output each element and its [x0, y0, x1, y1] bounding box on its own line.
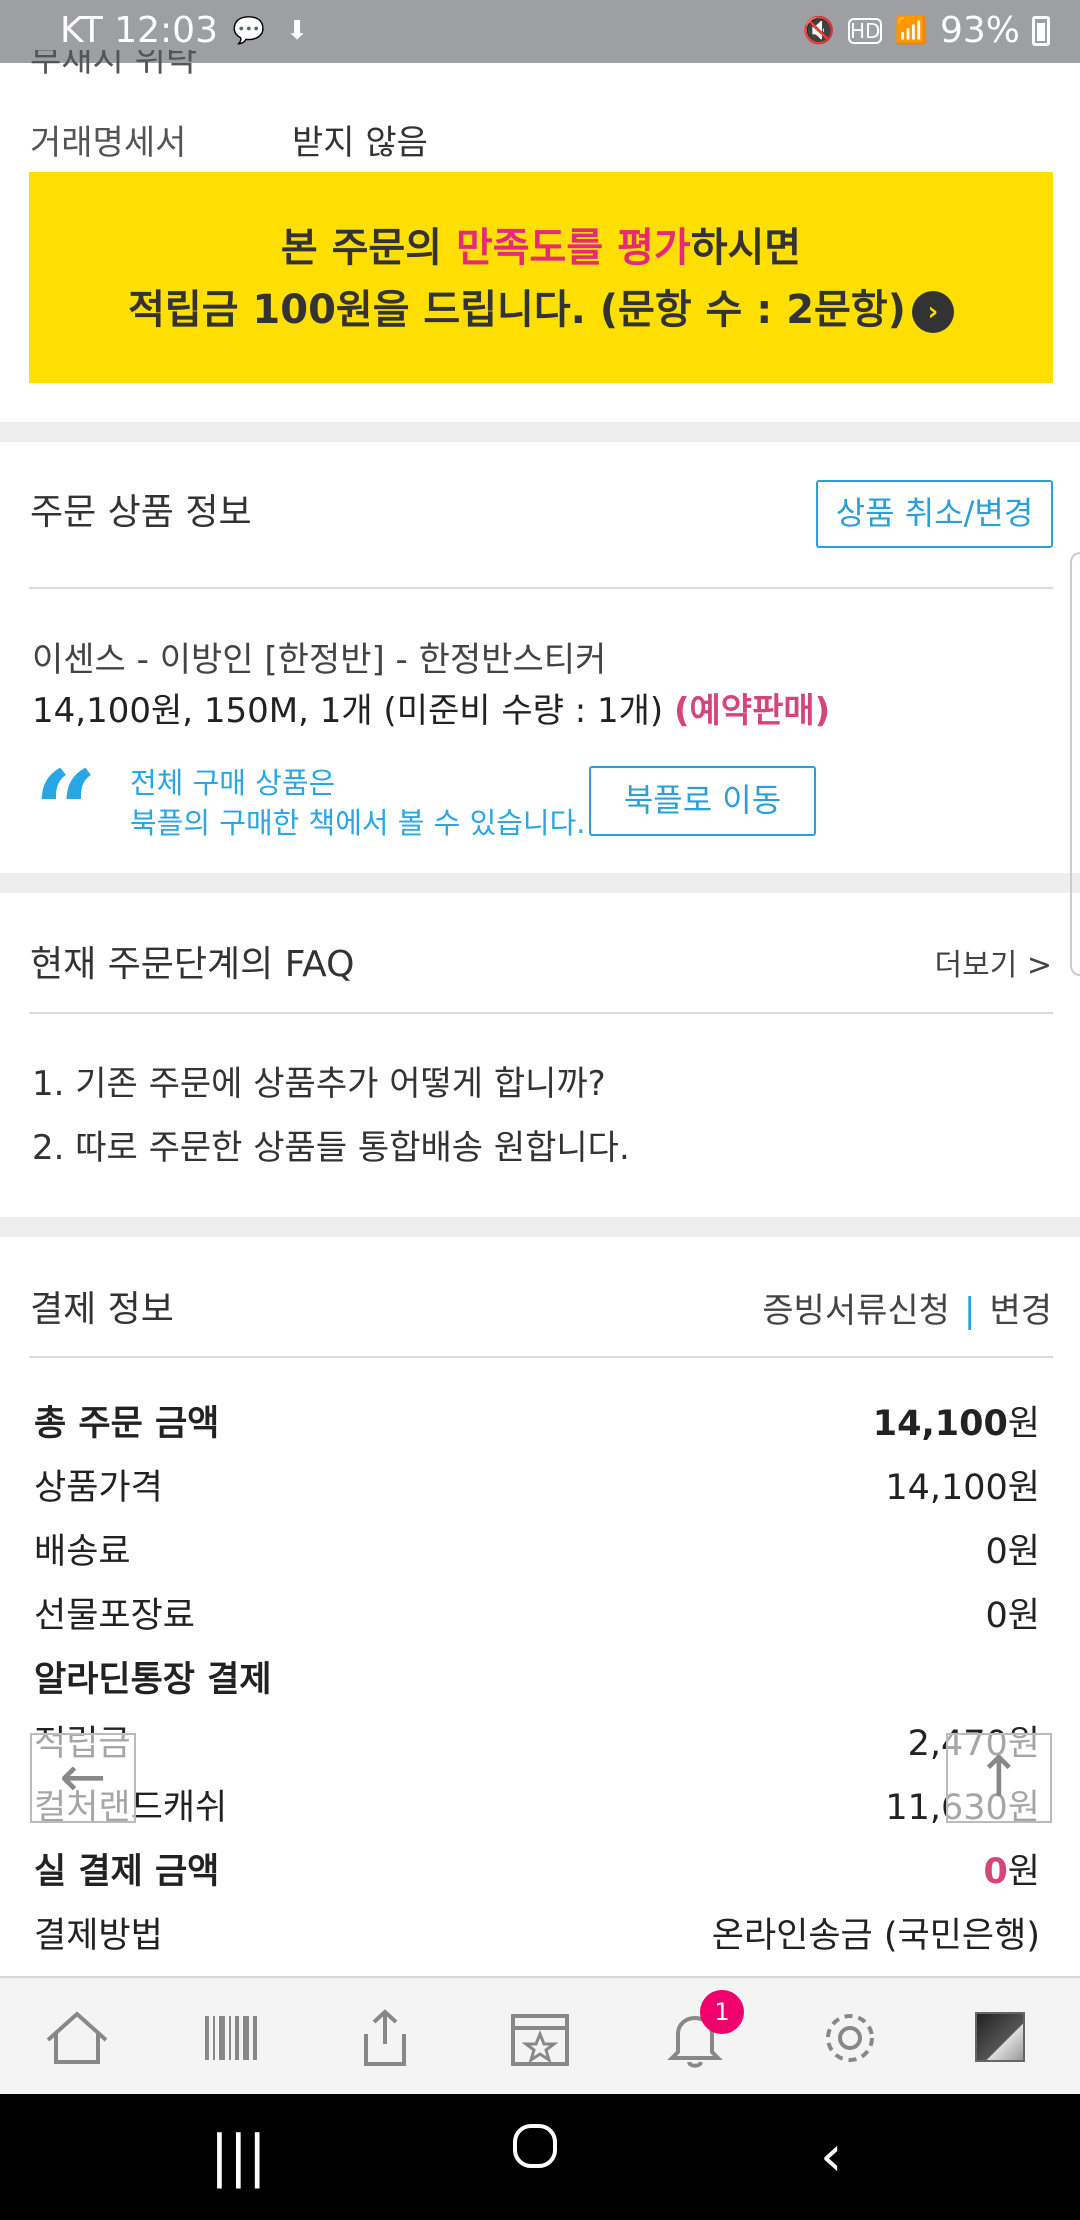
- divider: [29, 1012, 1053, 1014]
- shipping-label: 배송료: [34, 1532, 131, 1572]
- link-separator: |: [963, 1291, 976, 1331]
- payment-info-title: 결제 정보: [30, 1289, 174, 1330]
- calendar-star-icon[interactable]: [505, 2006, 575, 2070]
- product-price-value: 14,100원: [885, 1468, 1040, 1508]
- battery-text: 93%: [939, 10, 1020, 51]
- payment-links: 증빙서류신청 | 변경: [762, 1283, 1052, 1332]
- transaction-statement-row: 거래명세서 받지 않음: [30, 115, 428, 164]
- bookpl-notice: 전체 구매 상품은 북플의 구매한 책에서 볼 수 있습니다.: [130, 766, 586, 840]
- home-icon[interactable]: [42, 2006, 112, 2070]
- system-navigation-bar: ||| ‹: [0, 2094, 1080, 2220]
- faq-item[interactable]: 2. 따로 주문한 상품들 통합배송 원합니다.: [32, 1120, 630, 1169]
- wifi-icon: 📶: [894, 15, 928, 46]
- shipping-value: 0원: [985, 1532, 1040, 1572]
- system-back-icon[interactable]: ‹: [820, 2124, 842, 2189]
- total-order-value: 14,100원: [872, 1404, 1040, 1444]
- payment-method-label: 결제방법: [34, 1916, 163, 1956]
- actual-payment-label: 실 결제 금액: [34, 1852, 220, 1892]
- hd-icon: HD: [847, 17, 882, 44]
- quote-icon: “: [34, 746, 98, 875]
- notification-badge: 1: [700, 1990, 744, 2034]
- faq-more-link[interactable]: 더보기 >: [935, 940, 1052, 984]
- preorder-tag: (예약판매): [673, 691, 831, 731]
- section-divider: [0, 422, 1080, 442]
- battery-icon: [1032, 15, 1050, 46]
- settings-gear-icon[interactable]: [815, 2006, 885, 2070]
- product-name[interactable]: 이센스 - 이방인 [한정반] - 한정반스티커: [32, 632, 606, 681]
- gift-wrap-label: 선물포장료: [34, 1596, 196, 1636]
- divider: [29, 1356, 1053, 1358]
- actual-payment-value: 0원: [983, 1852, 1040, 1892]
- app-bottom-bar: 1: [0, 1976, 1080, 2094]
- faq-title: 현재 주문단계의 FAQ: [30, 944, 355, 985]
- carrier-time: KT 12:03: [60, 10, 218, 51]
- transaction-statement-value: 받지 않음: [292, 123, 428, 163]
- cancel-change-button[interactable]: 상품 취소/변경: [816, 480, 1053, 548]
- banner-line1: 본 주문의 만족도를 평가하시면: [280, 225, 802, 271]
- payment-method-value: 온라인송금 (국민은행): [711, 1916, 1040, 1956]
- profile-avatar[interactable]: [975, 2012, 1025, 2062]
- banner-line2: 적립금 100원을 드립니다. (문항 수 : 2문항) ›: [29, 279, 1053, 341]
- share-icon[interactable]: [350, 2006, 420, 2070]
- talk-icon: 💬: [232, 15, 266, 46]
- delivery-note-cutoff: 부재시 위탁: [30, 50, 198, 80]
- product-price-label: 상품가격: [34, 1468, 163, 1508]
- scroll-top-button[interactable]: ↑: [946, 1733, 1052, 1823]
- barcode-icon[interactable]: [197, 2006, 267, 2070]
- scrollbar[interactable]: [1070, 552, 1080, 976]
- transaction-statement-label: 거래명세서: [30, 123, 187, 163]
- request-receipt-link[interactable]: 증빙서류신청: [762, 1291, 950, 1331]
- satisfaction-survey-banner[interactable]: 본 주문의 만족도를 평가하시면 적립금 100원을 드립니다. (문항 수 :…: [29, 172, 1053, 383]
- notification-bell-icon[interactable]: 1: [660, 1990, 744, 2070]
- change-payment-link[interactable]: 변경: [989, 1291, 1052, 1331]
- faq-item[interactable]: 1. 기존 주문에 상품추가 어떻게 합니까?: [32, 1056, 606, 1105]
- gift-wrap-value: 0원: [985, 1596, 1040, 1636]
- recent-apps-icon[interactable]: |||: [210, 2124, 267, 2189]
- back-arrow-button[interactable]: ←: [30, 1733, 136, 1823]
- section-divider: [0, 1217, 1080, 1237]
- mute-icon: 🔇: [802, 15, 836, 46]
- go-to-bookpl-button[interactable]: 북플로 이동: [589, 766, 816, 836]
- arrow-right-icon: ›: [911, 291, 954, 333]
- home-button-icon[interactable]: [510, 2120, 560, 2185]
- section-divider: [0, 873, 1080, 893]
- download-icon: ⬇: [286, 15, 308, 46]
- divider: [29, 587, 1053, 589]
- total-order-label: 총 주문 금액: [34, 1404, 220, 1444]
- aladin-account-label: 알라딘통장 결제: [34, 1660, 272, 1700]
- product-detail: 14,100원, 150M, 1개 (미준비 수량 : 1개) (예약판매): [32, 691, 831, 731]
- order-info-title: 주문 상품 정보: [30, 492, 252, 533]
